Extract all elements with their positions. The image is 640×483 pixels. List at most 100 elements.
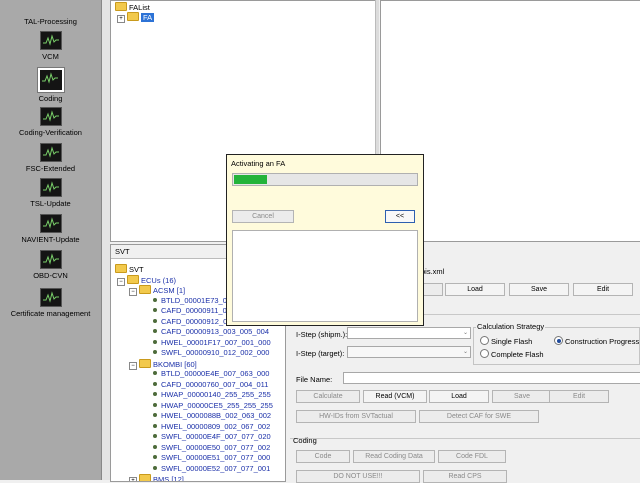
read-coding-data-button[interactable]: Read Coding Data xyxy=(353,450,435,463)
tree-row-item[interactable]: CAFD_00000760_007_004_011 xyxy=(153,380,268,390)
hw-ids-button[interactable]: HW-IDs from SVTactual xyxy=(296,410,416,423)
tree-row-item[interactable]: BTLD_00000E4E_007_063_000 xyxy=(153,369,269,379)
monitor-icon xyxy=(39,250,62,269)
tree-row-ecu-group[interactable]: + BMS [12] xyxy=(129,474,184,481)
coding-title: Coding xyxy=(293,436,317,445)
sidebar-item[interactable]: NAVIENT-Update xyxy=(0,214,101,244)
complete-flash-radio[interactable]: Complete Flash xyxy=(480,349,544,359)
do-not-use-button[interactable]: DO NOT USE!!! xyxy=(296,470,420,483)
tree-label-selected: FA xyxy=(141,13,155,22)
expand-icon[interactable]: + xyxy=(117,15,125,23)
tree-row-item[interactable]: CAFD_00000912_0 xyxy=(153,317,227,327)
sidebar-item[interactable]: TAL-Processing xyxy=(0,15,101,26)
bullet-icon xyxy=(153,297,157,302)
sidebar-item-label: NAVIENT-Update xyxy=(21,235,80,244)
calc-strategy-group xyxy=(473,327,640,365)
sidebar-item-label: OBD-CVN xyxy=(33,271,68,280)
tree-label: FAList xyxy=(129,3,150,12)
tree-row-item[interactable]: SWFL_00000E50_007_077_002 xyxy=(153,443,270,453)
top-edit-button[interactable]: Edit xyxy=(573,283,633,296)
tree-row-ecu-group[interactable]: − ACSM [1] xyxy=(129,285,185,296)
radio-selected-icon xyxy=(554,336,563,345)
tree-row-ecu-group[interactable]: − BKOMBI [60] xyxy=(129,358,197,370)
details-textarea[interactable] xyxy=(232,230,418,322)
folder-icon xyxy=(139,358,151,368)
tree-row-item[interactable]: CAFD_00000913_003_005_004 xyxy=(153,327,269,337)
istep-shipm-label: I-Step (shipm.): xyxy=(296,330,348,339)
tree-row-item[interactable]: BTLD_00001E73_00 xyxy=(153,296,231,306)
folder-icon xyxy=(115,2,127,11)
load-button[interactable]: Load xyxy=(429,390,489,403)
sidebar-item[interactable]: OBD-CVN xyxy=(0,250,101,280)
code-fdl-button[interactable]: Code FDL xyxy=(438,450,506,463)
istep-shipm-combo[interactable]: ⌄ xyxy=(347,327,471,339)
tree-row-item[interactable]: CAFD_00000911_0 xyxy=(153,306,227,316)
read-cps-button[interactable]: Read CPS xyxy=(423,470,507,483)
tree-row-falist[interactable]: FAList xyxy=(115,2,150,12)
activating-fa-dialog: Activating an FA Cancel << xyxy=(226,154,424,326)
tree-row-item[interactable]: HWAP_00000140_255_255_255 xyxy=(153,390,271,400)
sidebar-splitter[interactable] xyxy=(101,0,110,480)
bullet-icon xyxy=(153,308,157,312)
collapse-icon[interactable]: − xyxy=(117,277,125,286)
bullet-icon xyxy=(153,423,157,428)
progress-bar xyxy=(232,173,418,186)
tree-row-item[interactable]: SWFL_00000E52_007_077_001 xyxy=(153,464,270,474)
read-vcm-button[interactable]: Read (VCM) xyxy=(363,390,427,403)
tree-row-item[interactable]: HWEL_00000809_002_067_002 xyxy=(153,422,270,432)
folder-icon xyxy=(115,264,127,273)
construction-progress-radio[interactable]: Construction Progress xyxy=(554,336,639,346)
istep-target-combo[interactable]: ⌄ xyxy=(347,346,471,358)
bullet-icon xyxy=(153,402,157,407)
tree-row-ecus[interactable]: − ECUs (16) xyxy=(117,274,176,286)
top-load-button[interactable]: Load xyxy=(445,283,505,296)
sidebar-item-label: Coding xyxy=(38,94,63,103)
folder-icon xyxy=(139,285,151,294)
save-button[interactable]: Save xyxy=(492,390,552,403)
sidebar-item-label: FSC-Extended xyxy=(25,164,76,173)
sidebar-item[interactable]: TSL-Update xyxy=(0,178,101,208)
sidebar-item[interactable]: Coding xyxy=(0,67,101,103)
dialog-title: Activating an FA xyxy=(231,159,286,168)
sidebar-item[interactable]: Certificate management xyxy=(0,288,101,318)
tree-row-item[interactable]: SWFL_00000910_012_002_000 xyxy=(153,348,269,358)
sidebar-item[interactable]: VCM xyxy=(0,31,101,61)
collapse-details-button[interactable]: << xyxy=(385,210,415,223)
calc-strategy-title: Calculation Strategy xyxy=(476,322,546,331)
tree-row-item[interactable]: HWEL_0000088B_002_063_002 xyxy=(153,411,271,421)
bullet-icon xyxy=(153,434,157,438)
bullet-icon xyxy=(153,318,157,323)
chevron-down-icon: ⌄ xyxy=(462,349,469,355)
bullet-icon xyxy=(153,444,157,449)
top-save-button[interactable]: Save xyxy=(509,283,569,296)
monitor-icon xyxy=(39,31,62,50)
single-flash-radio[interactable]: Single Flash xyxy=(480,336,532,346)
bullet-icon xyxy=(153,371,157,375)
bullet-icon xyxy=(153,339,157,344)
radio-icon xyxy=(480,336,489,345)
calculate-button[interactable]: Calculate xyxy=(296,390,360,403)
tree-row-item[interactable]: SWFL_00000E4F_007_077_020 xyxy=(153,432,271,442)
monitor-icon xyxy=(39,214,62,233)
tree-row-fa[interactable]: + FA xyxy=(117,12,155,23)
bullet-icon xyxy=(153,465,157,470)
folder-icon xyxy=(127,12,139,21)
bullet-icon xyxy=(153,392,157,396)
detect-caf-button[interactable]: Detect CAF for SWE xyxy=(419,410,539,423)
code-button[interactable]: Code xyxy=(296,450,350,463)
top-hidden-button[interactable] xyxy=(423,283,443,296)
file-name-input[interactable] xyxy=(343,372,640,384)
edit-button[interactable]: Edit xyxy=(549,390,609,403)
tree-row-item[interactable]: HWEL_00001F17_007_001_000 xyxy=(153,338,271,348)
collapse-icon[interactable]: − xyxy=(129,288,137,296)
collapse-icon[interactable]: − xyxy=(129,361,137,370)
sidebar-item-label: VCM xyxy=(42,52,59,61)
sidebar-item[interactable]: Coding-Verification xyxy=(0,107,101,137)
sidebar-item-label: TAL-Processing xyxy=(24,17,77,26)
tree-row-svt[interactable]: SVT xyxy=(115,264,144,274)
tree-row-item[interactable]: SWFL_00000E51_007_077_000 xyxy=(153,453,270,463)
tree-row-item[interactable]: HWAP_00000CE5_255_255_255 xyxy=(153,401,273,411)
sidebar-item[interactable]: FSC-Extended xyxy=(0,143,101,173)
bullet-icon xyxy=(153,329,157,333)
cancel-button[interactable]: Cancel xyxy=(232,210,294,223)
